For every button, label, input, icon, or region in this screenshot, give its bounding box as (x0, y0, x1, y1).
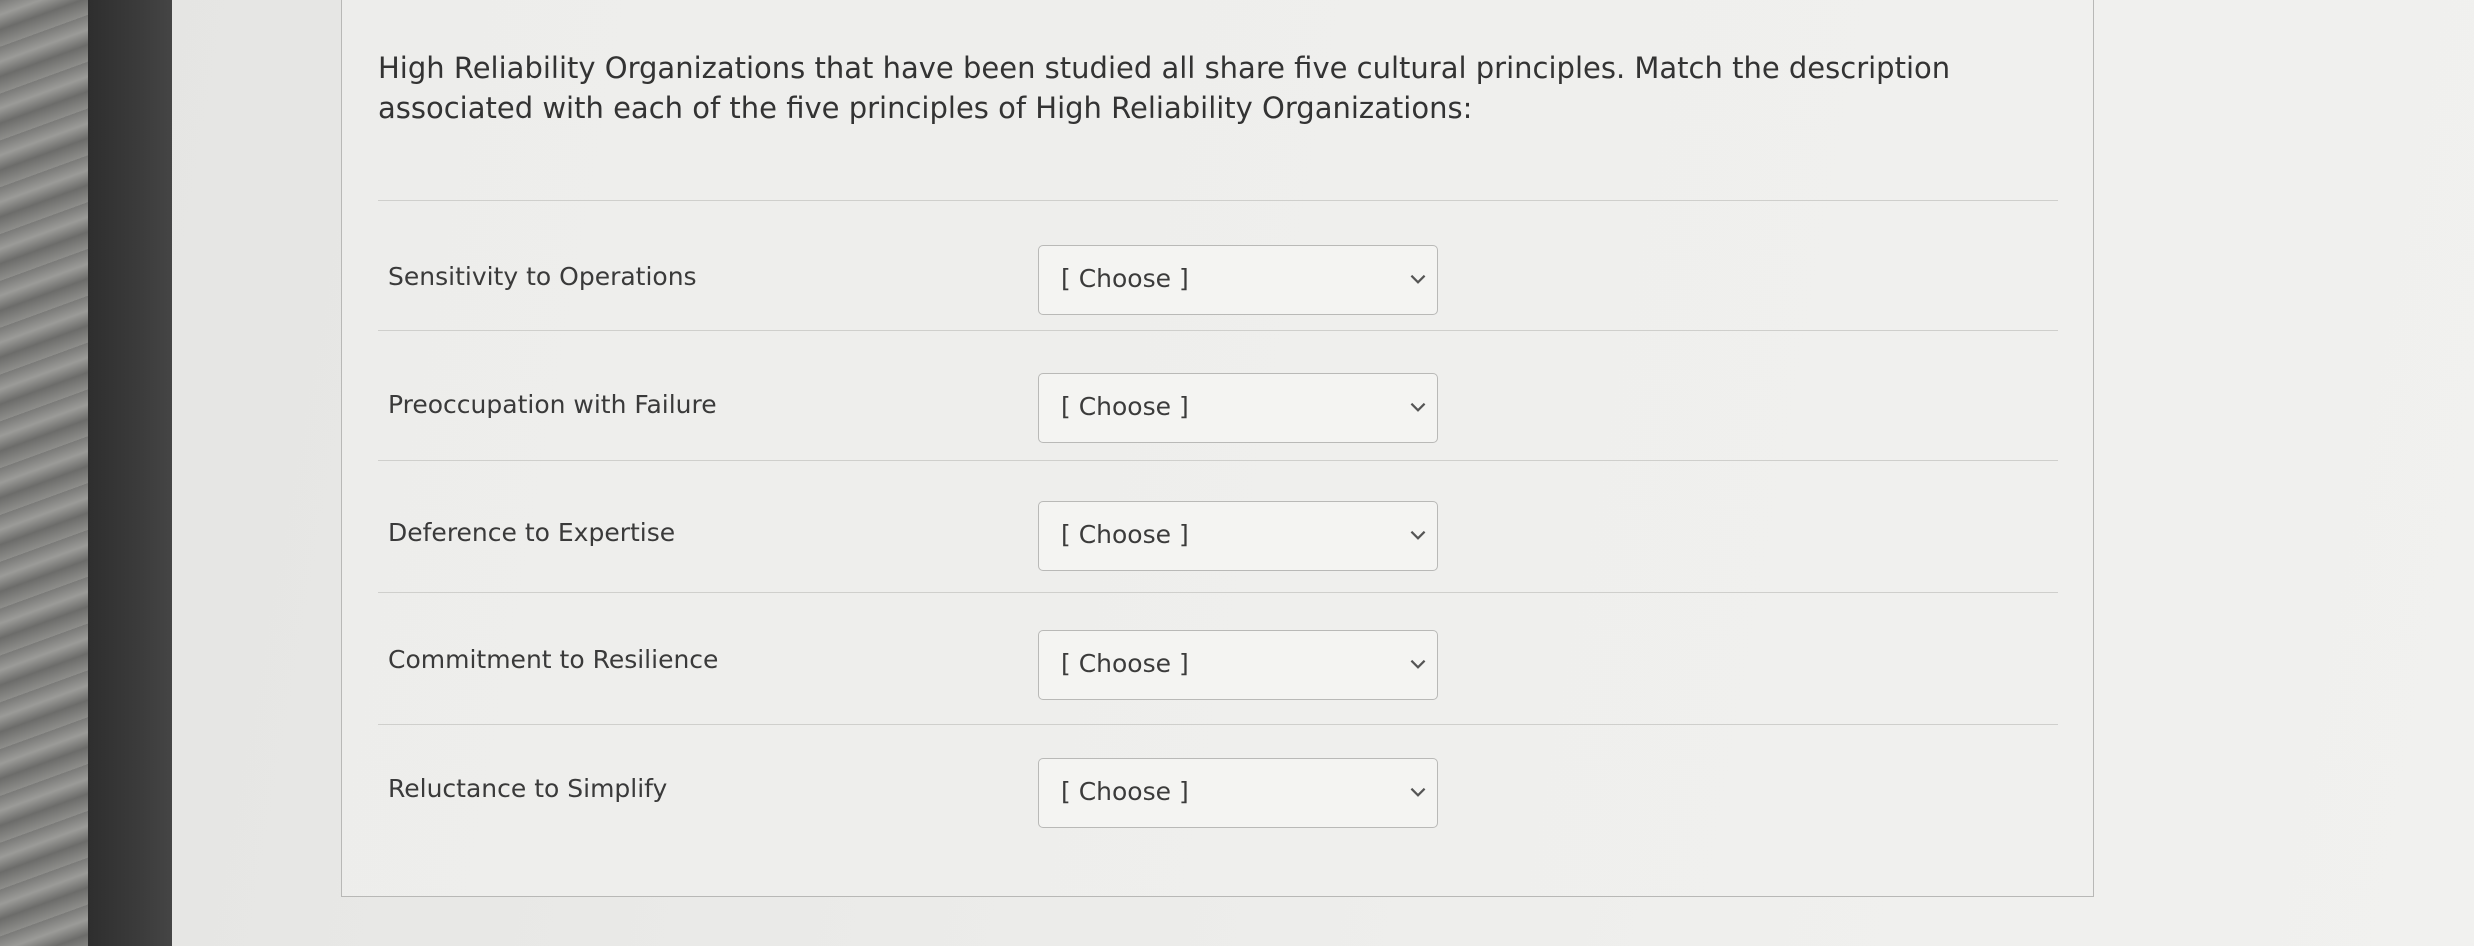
select-value: [ Choose ] (1061, 520, 1189, 549)
principle-label-deference: Deference to Expertise (388, 518, 676, 547)
divider (378, 460, 2058, 461)
match-select-resilience[interactable]: [ Choose ] (1038, 630, 1438, 700)
principle-label-resilience: Commitment to Resilience (388, 645, 719, 674)
select-value: [ Choose ] (1061, 649, 1189, 678)
screen-bezel (88, 0, 172, 946)
match-select-preoccupation[interactable]: [ Choose ] (1038, 373, 1438, 443)
divider (378, 330, 2058, 331)
divider (378, 592, 2058, 593)
divider (378, 200, 2058, 201)
match-select-deference[interactable]: [ Choose ] (1038, 501, 1438, 571)
principle-label-preoccupation: Preoccupation with Failure (388, 390, 717, 419)
question-card: High Reliability Organizations that have… (341, 0, 2094, 897)
chevron-down-icon (1410, 274, 1426, 284)
principle-label-sensitivity: Sensitivity to Operations (388, 262, 697, 291)
match-select-sensitivity[interactable]: [ Choose ] (1038, 245, 1438, 315)
desk-background (0, 0, 88, 946)
question-prompt: High Reliability Organizations that have… (378, 51, 1951, 125)
chevron-down-icon (1410, 402, 1426, 412)
chevron-down-icon (1410, 530, 1426, 540)
match-select-reluctance[interactable]: [ Choose ] (1038, 758, 1438, 828)
select-value: [ Choose ] (1061, 264, 1189, 293)
divider (378, 724, 2058, 725)
chevron-down-icon (1410, 787, 1426, 797)
chevron-down-icon (1410, 659, 1426, 669)
select-value: [ Choose ] (1061, 392, 1189, 421)
principle-label-reluctance: Reluctance to Simplify (388, 774, 668, 803)
select-value: [ Choose ] (1061, 777, 1189, 806)
